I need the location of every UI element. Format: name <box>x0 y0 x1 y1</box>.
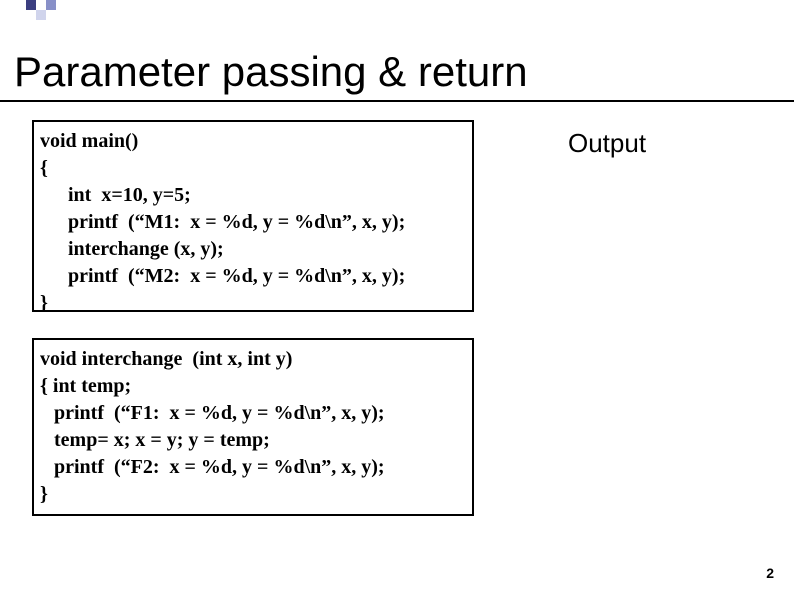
code-block-interchange: void interchange (int x, int y) { int te… <box>32 338 474 516</box>
slide-accent-squares <box>26 0 56 20</box>
code-line: printf (“F1: x = %d, y = %d\n”, x, y); <box>40 400 466 427</box>
code-block-main: void main() { int x=10, y=5; printf (“M1… <box>32 120 474 312</box>
output-heading: Output <box>568 128 646 159</box>
code-line: interchange (x, y); <box>40 236 466 263</box>
code-line: { <box>40 155 466 182</box>
code-line: printf (“F2: x = %d, y = %d\n”, x, y); <box>40 454 466 481</box>
code-line: printf (“M1: x = %d, y = %d\n”, x, y); <box>40 209 466 236</box>
code-line: { int temp; <box>40 373 466 400</box>
code-line: void interchange (int x, int y) <box>40 346 466 373</box>
page-number: 2 <box>766 565 774 581</box>
slide-title: Parameter passing & return <box>14 48 528 96</box>
code-line: } <box>40 290 466 317</box>
code-line: temp= x; x = y; y = temp; <box>40 427 466 454</box>
title-underline <box>0 100 794 102</box>
code-line: } <box>40 481 466 508</box>
code-line: printf (“M2: x = %d, y = %d\n”, x, y); <box>40 263 466 290</box>
code-line: int x=10, y=5; <box>40 182 466 209</box>
code-line: void main() <box>40 128 466 155</box>
